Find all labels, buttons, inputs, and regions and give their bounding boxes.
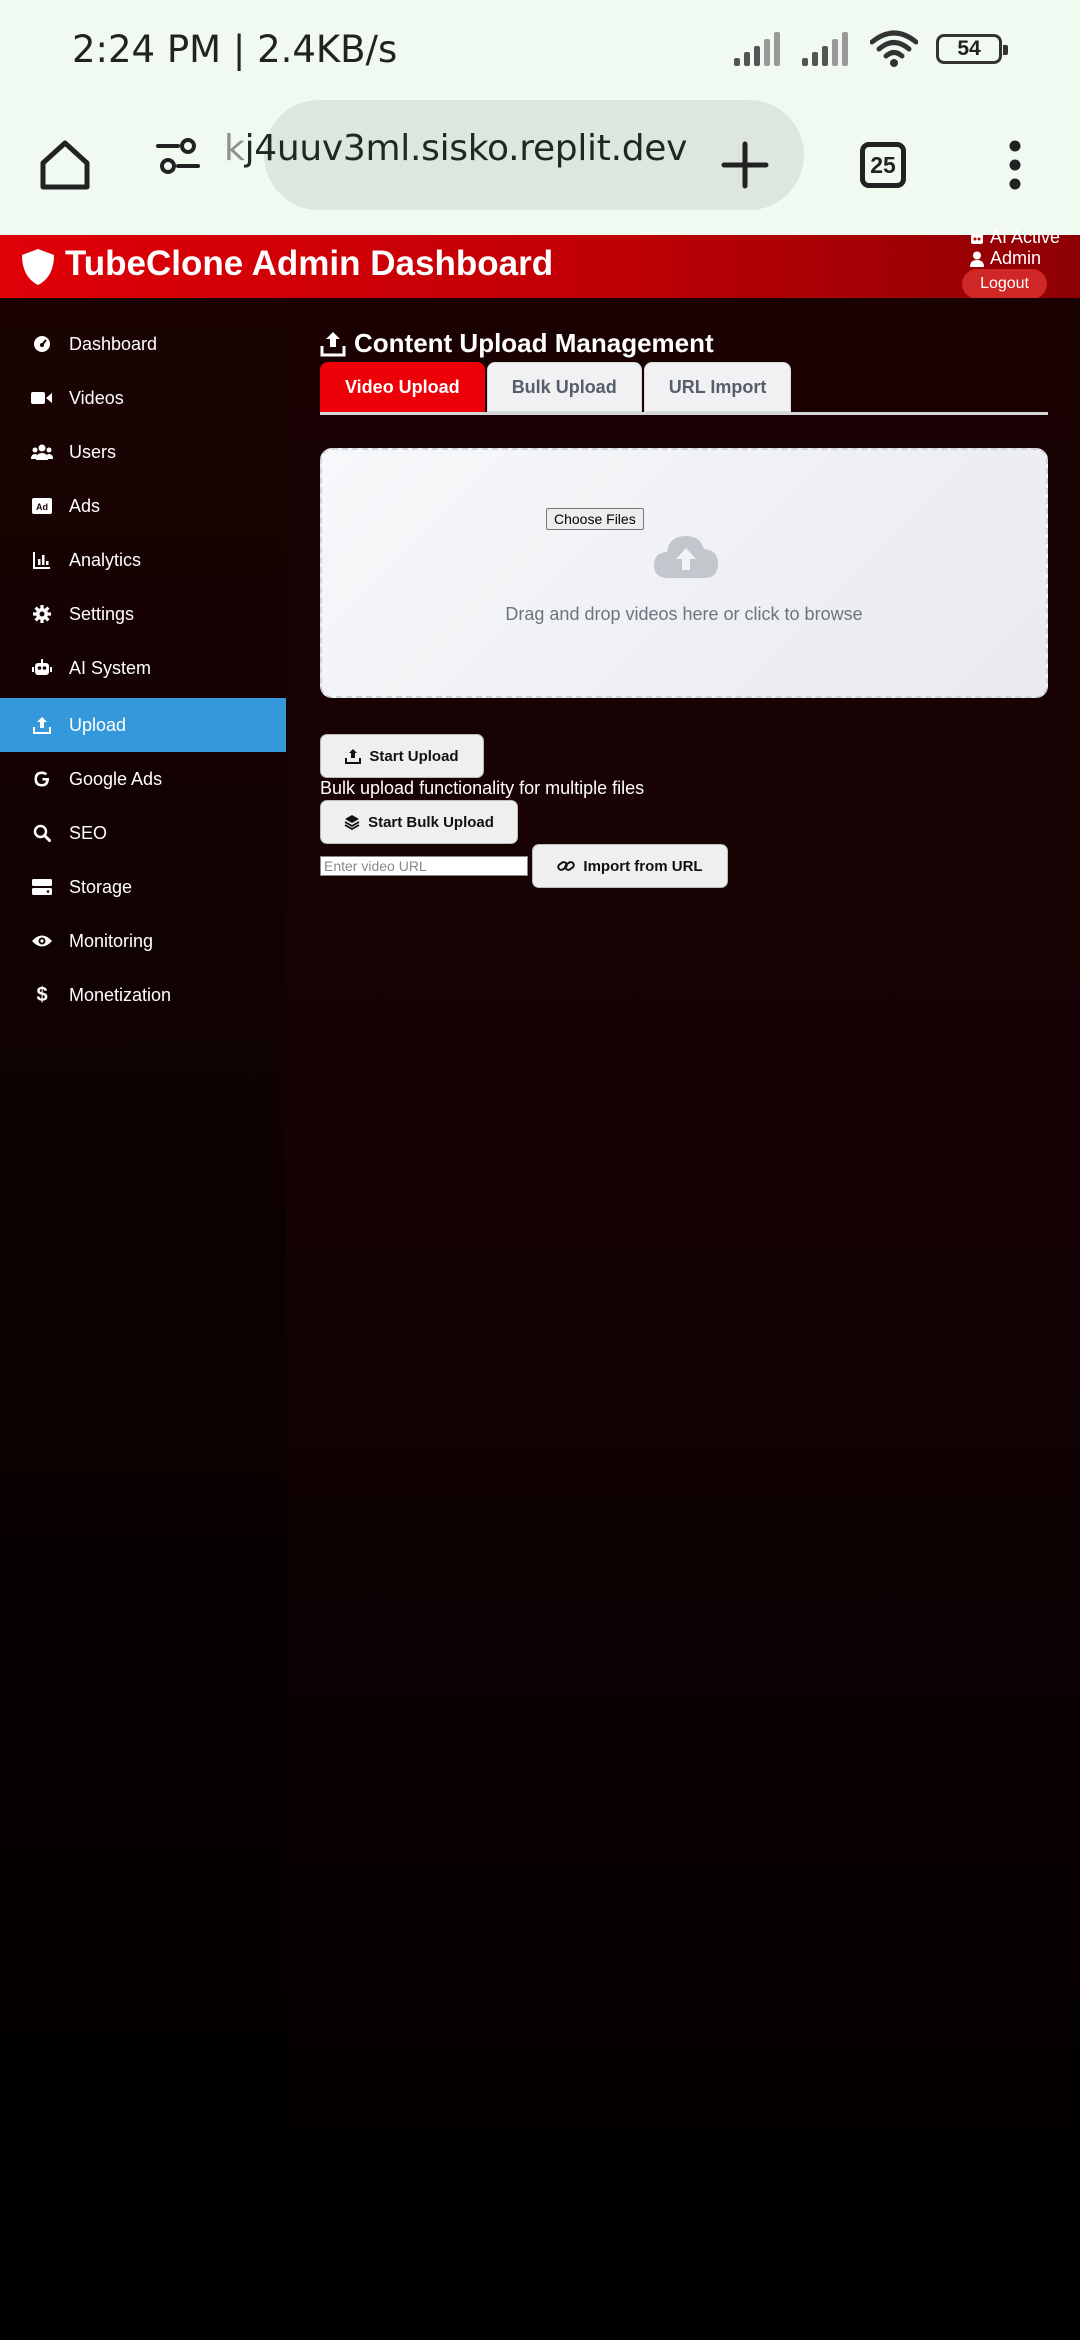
signal-icon	[802, 32, 848, 66]
sidebar-item-label: Google Ads	[69, 768, 163, 789]
chart-icon	[31, 551, 53, 569]
start-upload-button[interactable]: Start Upload	[320, 734, 484, 778]
signal-icon	[734, 32, 780, 66]
svg-text:Ad: Ad	[36, 502, 48, 512]
sidebar-item-label: Monetization	[69, 984, 172, 1005]
shield-icon	[22, 249, 54, 285]
sidebar-item-label: Users	[69, 441, 117, 462]
url-text[interactable]: kj4uuv3ml.sisko.replit.dev	[224, 128, 687, 169]
ai-status-text: AI Active	[989, 227, 1060, 247]
import-from-url-label: Import from URL	[583, 857, 703, 875]
import-from-url-button[interactable]: Import from URL	[532, 844, 728, 888]
wifi-icon	[870, 30, 918, 67]
status-bar: 2:24 PM | 2.4KB/s 54	[0, 0, 1080, 100]
sidebar-item-monitoring[interactable]: Monitoring	[0, 914, 286, 968]
sidebar: Dashboard Videos Users Ad Ads Analytics …	[0, 298, 286, 2340]
sidebar-item-google-ads[interactable]: Google Ads	[0, 752, 286, 806]
upload-icon	[320, 331, 346, 356]
sidebar-item-ai-system[interactable]: AI System	[0, 641, 286, 695]
upload-dropzone[interactable]: Choose Files Drag and drop videos here o…	[320, 448, 1048, 698]
home-icon[interactable]	[30, 130, 100, 200]
user-label: Admin	[969, 248, 1060, 269]
upload-tabs: Video Upload Bulk Upload URL Import	[320, 362, 792, 412]
layers-icon	[344, 815, 360, 830]
sidebar-item-seo[interactable]: SEO	[0, 806, 286, 860]
sidebar-item-label: Monitoring	[69, 930, 154, 951]
start-bulk-upload-label: Start Bulk Upload	[368, 813, 494, 831]
tab-bulk-upload[interactable]: Bulk Upload	[486, 362, 642, 412]
sidebar-item-dashboard[interactable]: Dashboard	[0, 317, 286, 371]
google-icon	[31, 770, 53, 788]
robot-icon	[31, 659, 53, 677]
tab-url-import[interactable]: URL Import	[643, 362, 792, 412]
tab-count: 25	[860, 142, 906, 188]
ai-status: AI Active	[970, 227, 1060, 248]
section-title-text: Content Upload Management	[354, 328, 714, 358]
ad-icon: Ad	[31, 498, 53, 514]
section-title: Content Upload Management	[320, 328, 714, 359]
video-url-input[interactable]	[320, 856, 528, 876]
app-header: TubeClone Admin Dashboard AI Active Admi…	[0, 227, 1080, 299]
link-icon	[557, 861, 576, 871]
address-bar[interactable]: kj4uuv3ml.sisko.replit.dev	[132, 100, 804, 210]
user-info: AI Active Admin	[969, 227, 1060, 269]
tab-switcher-button[interactable]: 25	[848, 130, 918, 200]
robot-icon	[970, 233, 983, 244]
battery-icon: 54	[936, 34, 1008, 64]
sidebar-item-users[interactable]: Users	[0, 425, 286, 479]
sidebar-item-label: Settings	[69, 603, 135, 624]
gear-icon	[31, 605, 53, 623]
sidebar-item-label: Dashboard	[69, 333, 158, 354]
bulk-upload-description: Bulk upload functionality for multiple f…	[320, 778, 645, 798]
sidebar-item-ads[interactable]: Ad Ads	[0, 479, 286, 533]
sidebar-item-label: Videos	[69, 387, 124, 408]
status-icons: 54	[734, 30, 1008, 68]
sidebar-item-upload[interactable]: Upload	[0, 698, 286, 752]
sidebar-item-label: SEO	[69, 822, 108, 843]
choose-files-button[interactable]: Choose Files	[546, 508, 644, 530]
sidebar-item-storage[interactable]: Storage	[0, 860, 286, 914]
video-icon	[31, 390, 53, 406]
sidebar-item-label: Upload	[69, 714, 127, 735]
user-icon	[969, 251, 984, 267]
sidebar-item-label: Storage	[69, 876, 133, 897]
upload-icon	[345, 749, 362, 764]
sidebar-item-label: Analytics	[69, 549, 142, 570]
status-time: 2:24 PM | 2.4KB/s	[72, 28, 398, 71]
main-content: Content Upload Management Video Upload B…	[286, 298, 1080, 2340]
upload-icon	[31, 716, 53, 734]
app-title: TubeClone Admin Dashboard	[65, 244, 554, 283]
sidebar-item-monetization[interactable]: $ Monetization	[0, 968, 286, 1022]
user-name: Admin	[989, 248, 1041, 268]
tab-divider	[320, 412, 1048, 415]
sidebar-item-settings[interactable]: Settings	[0, 587, 286, 641]
browser-toolbar: kj4uuv3ml.sisko.replit.dev 25	[0, 100, 1080, 235]
sidebar-item-analytics[interactable]: Analytics	[0, 533, 286, 587]
tab-video-upload[interactable]: Video Upload	[320, 362, 485, 412]
users-icon	[31, 444, 53, 460]
hdd-icon	[31, 879, 53, 895]
sidebar-item-label: AI System	[69, 657, 152, 678]
logout-button[interactable]: Logout	[962, 269, 1047, 299]
cloud-upload-icon	[654, 536, 718, 578]
gauge-icon	[31, 335, 53, 353]
dollar-icon: $	[36, 983, 48, 1006]
sidebar-item-videos[interactable]: Videos	[0, 371, 286, 425]
start-upload-label: Start Upload	[369, 747, 459, 765]
more-menu-icon[interactable]	[980, 130, 1050, 200]
search-icon	[31, 824, 53, 842]
start-bulk-upload-button[interactable]: Start Bulk Upload	[320, 800, 518, 844]
sidebar-item-label: Ads	[69, 495, 101, 516]
site-settings-icon[interactable]	[156, 136, 200, 176]
eye-icon	[31, 934, 53, 948]
dropzone-text: Drag and drop videos here or click to br…	[505, 604, 863, 624]
new-tab-icon[interactable]	[710, 130, 780, 200]
